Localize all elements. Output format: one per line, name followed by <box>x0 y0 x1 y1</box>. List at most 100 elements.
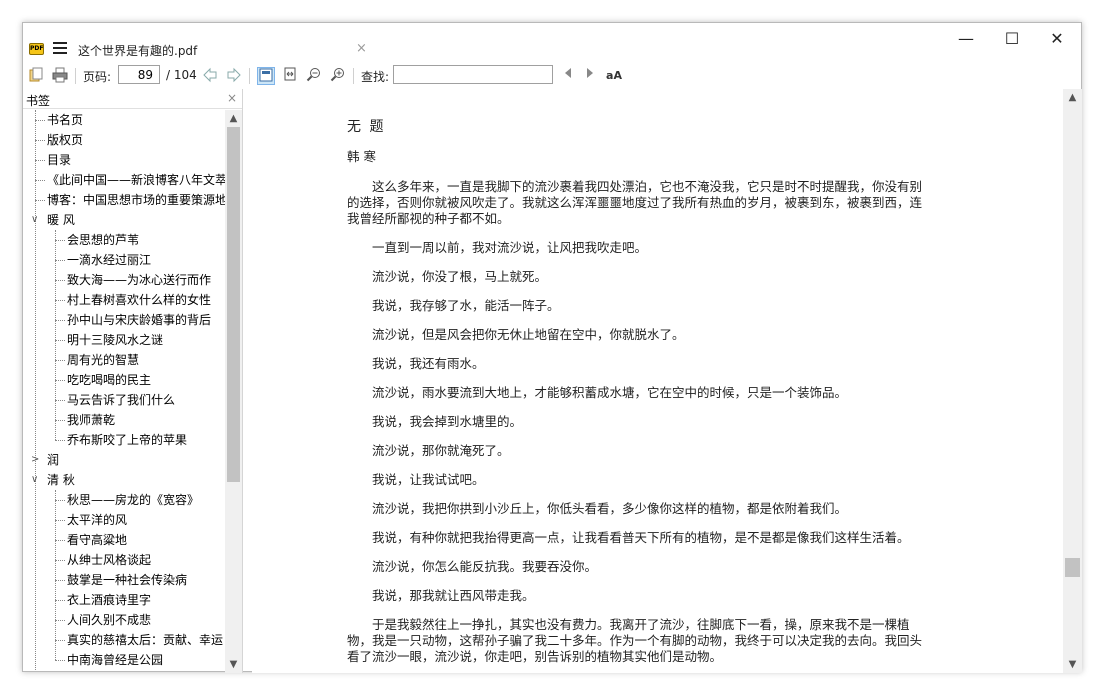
document-line: 看了流沙一眼，流沙说，你走吧，别告诉别的植物其实他们是动物。 <box>347 649 723 664</box>
bookmark-item[interactable]: 《此间中国——新浪博客八年文萃 <box>23 170 225 190</box>
bookmark-item[interactable]: 村上春树喜欢什么样的女性 <box>23 290 225 310</box>
bookmark-label: 致大海——为冰心送行而作 <box>67 273 212 287</box>
bookmark-item[interactable]: 周有光的智慧 <box>23 350 225 370</box>
bookmark-item[interactable]: 目录 <box>23 150 225 170</box>
tab-close-icon[interactable]: × <box>356 41 367 56</box>
bookmark-item[interactable]: 从绅士风格谈起 <box>23 550 225 570</box>
bookmark-item[interactable]: > 润 <box>23 450 225 470</box>
find-prev-icon[interactable] <box>559 67 577 85</box>
bookmark-item[interactable]: 看守高粱地 <box>23 530 225 550</box>
bookmarks-title: 书签 <box>26 94 51 108</box>
document-line: 流沙说，雨水要流到大地上，才能够积蓄成水塘，它在空中的时候，只是一个装饰品。 <box>347 385 848 400</box>
document-author: 韩 寒 <box>347 149 376 164</box>
document-paragraph: 流沙说，雨水要流到大地上，才能够积蓄成水塘，它在空中的时候，只是一个装饰品。 <box>347 385 959 401</box>
document-line: 我说，让我试试吧。 <box>347 472 485 487</box>
bookmark-item[interactable]: 版权页 <box>23 130 225 150</box>
bookmark-item[interactable]: 太平洋的风 <box>23 510 225 530</box>
find-next-icon[interactable] <box>581 67 599 85</box>
bookmark-label: 真实的慈禧太后：贡献、幸运 <box>67 633 224 647</box>
prev-page-icon[interactable] <box>201 67 219 85</box>
fit-width-icon[interactable] <box>281 67 299 85</box>
close-window-button[interactable]: ✕ <box>1042 29 1072 49</box>
bookmark-label: 《此间中国——新浪博客八年文萃 <box>47 173 225 187</box>
document-paragraph: 我说，我会掉到水塘里的。 <box>347 414 959 430</box>
maximize-button[interactable]: ☐ <box>997 29 1027 49</box>
document-line: 我说，我还有雨水。 <box>347 356 485 371</box>
bookmark-item[interactable]: 会思想的芦苇 <box>23 230 225 250</box>
bookmark-item[interactable]: 一滴水经过丽江 <box>23 250 225 270</box>
scroll-down-icon[interactable]: ▼ <box>225 656 242 673</box>
collapse-icon[interactable]: ∨ <box>31 210 41 230</box>
bookmark-label: 书名页 <box>47 113 84 127</box>
document-scrollbar[interactable]: ▲ ▼ <box>1063 89 1082 673</box>
scrollbar-thumb[interactable] <box>1065 558 1080 577</box>
bookmark-item[interactable]: 博客：中国思想市场的重要策源地 <box>23 190 225 210</box>
document-line: 的选择，否则你就被风吹走了。我就这么浑浑噩噩地度过了我所有热血的岁月，被裹到东，… <box>347 195 923 210</box>
bookmark-item[interactable]: 书名页 <box>23 110 225 130</box>
document-paragraph: 我说，我还有雨水。 <box>347 356 959 372</box>
scroll-up-icon[interactable]: ▲ <box>1063 89 1082 106</box>
document-heading: 无 题 <box>347 119 386 135</box>
document-line: 流沙说，但是风会把你无休止地留在空中，你就脱水了。 <box>347 327 685 342</box>
scroll-down-icon[interactable]: ▼ <box>1063 656 1082 673</box>
bookmark-label: 暖 风 <box>47 213 75 227</box>
bookmark-item[interactable]: 孙中山与宋庆龄婚事的背后 <box>23 310 225 330</box>
scroll-up-icon[interactable]: ▲ <box>225 110 242 127</box>
bookmark-item[interactable]: 中南海曾经是公园 <box>23 650 225 670</box>
bookmark-item[interactable]: 致大海——为冰心送行而作 <box>23 270 225 290</box>
document-line: 我说，我存够了水，能活一阵子。 <box>347 298 560 313</box>
collapse-icon[interactable]: ∨ <box>31 470 41 490</box>
bookmark-item[interactable]: ∨ 清 秋 <box>23 470 225 490</box>
bookmark-item[interactable]: 秋思——房龙的《宽容》 <box>23 490 225 510</box>
match-case-icon[interactable]: aA <box>605 67 623 85</box>
find-input[interactable] <box>393 65 553 84</box>
bookmark-label: 孙中山与宋庆龄婚事的背后 <box>67 313 212 327</box>
bookmark-item[interactable]: 吃吃喝喝的民主 <box>23 370 225 390</box>
bookmark-item[interactable]: 明十三陵风水之谜 <box>23 330 225 350</box>
bookmark-item[interactable]: 人间久别不成悲 <box>23 610 225 630</box>
bookmark-label: 会思想的芦苇 <box>67 233 140 247</box>
bookmarks-panel: 书签 × 书名页版权页 目录《此间中国——新浪博客八年文萃博客：中国思想市场的重要… <box>23 89 243 673</box>
bookmark-item[interactable]: 衣上酒痕诗里字 <box>23 590 225 610</box>
bookmark-item[interactable]: 乔布斯咬了上帝的苹果 <box>23 430 225 450</box>
scrollbar-thumb[interactable] <box>227 127 240 482</box>
bookmarks-scrollbar[interactable]: ▲ ▼ <box>225 110 242 673</box>
hamburger-menu-icon[interactable] <box>53 42 67 55</box>
bookmarks-header: 书签 × <box>23 89 242 109</box>
bookmark-label: 村上春树喜欢什么样的女性 <box>67 293 212 307</box>
bookmark-label: 中南海曾经是公园 <box>67 653 164 667</box>
bookmark-label: 鼓掌是一种社会传染病 <box>67 573 188 587</box>
bookmark-item[interactable]: 鼓掌是一种社会传染病 <box>23 570 225 590</box>
fit-page-icon[interactable] <box>257 67 275 85</box>
document-paragraph: 流沙说，那你就淹死了。 <box>347 443 959 459</box>
bookmark-item[interactable]: 我师萧乾 <box>23 410 225 430</box>
document-view: 无 题 韩 寒 这么多年来，一直是我脚下的流沙裹着我四处漂泊，它也不淹没我，它只… <box>252 89 1063 673</box>
open-icon[interactable] <box>27 67 45 85</box>
minimize-button[interactable]: — <box>951 29 981 49</box>
bookmark-label: 看守高粱地 <box>67 533 128 547</box>
zoom-in-icon[interactable] <box>329 67 347 85</box>
document-tab-title[interactable]: 这个世界是有趣的.pdf <box>78 42 197 59</box>
bookmark-item[interactable]: 真实的慈禧太后：贡献、幸运 <box>23 630 225 650</box>
document-line: 流沙说，你没了根，马上就死。 <box>347 269 548 284</box>
bookmark-label: 马云告诉了我们什么 <box>67 393 176 407</box>
document-line: 这么多年来，一直是我脚下的流沙裹着我四处漂泊，它也不淹没我，它只是时不时提醒我，… <box>347 179 923 194</box>
pdf-reader-window: PDF 这个世界是有趣的.pdf × — ☐ ✕ 页码: / 104 <box>22 22 1082 673</box>
bookmark-item[interactable]: 马云告诉了我们什么 <box>23 390 225 410</box>
bookmark-label: 润 <box>47 453 60 467</box>
title-bar: PDF 这个世界是有趣的.pdf × — ☐ ✕ <box>23 23 1081 63</box>
document-line: 我曾经所鄙视的种子都不如。 <box>347 211 510 226</box>
bookmark-label: 我师萧乾 <box>67 413 116 427</box>
next-page-icon[interactable] <box>225 67 243 85</box>
bookmarks-close-icon[interactable]: × <box>227 91 237 105</box>
bookmark-item[interactable]: ∨ 暖 风 <box>23 210 225 230</box>
print-icon[interactable] <box>51 67 69 85</box>
expand-icon[interactable]: > <box>31 450 41 470</box>
bookmark-label: 乔布斯咬了上帝的苹果 <box>67 433 188 447</box>
document-line: 我说，那我就让西风带走我。 <box>347 588 535 603</box>
page-number-input[interactable] <box>118 65 160 84</box>
document-paragraph: 这么多年来，一直是我脚下的流沙裹着我四处漂泊，它也不淹没我，它只是时不时提醒我，… <box>347 179 959 227</box>
zoom-out-icon[interactable] <box>305 67 323 85</box>
bookmark-label: 秋思——房龙的《宽容》 <box>67 493 200 507</box>
document-line: 流沙说，那你就淹死了。 <box>347 443 510 458</box>
